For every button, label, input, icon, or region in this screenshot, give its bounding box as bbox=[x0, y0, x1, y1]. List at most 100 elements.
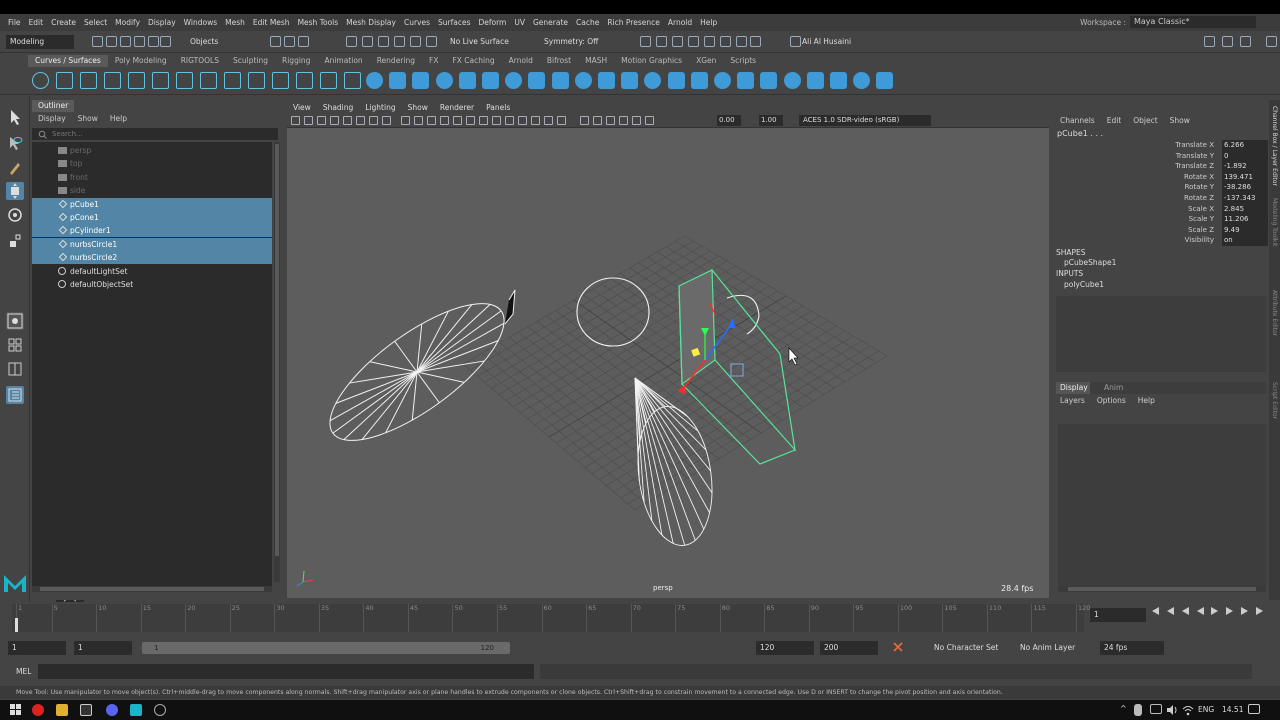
attribute-value[interactable]: 2.845 bbox=[1222, 203, 1268, 215]
discord-icon[interactable] bbox=[106, 704, 118, 716]
channel-attribute-scale-y[interactable]: Scale Y 11.206 bbox=[1054, 214, 1268, 225]
side-tab-script-editor[interactable]: Script Editor bbox=[1269, 382, 1280, 468]
shelf-curve-tool-icon[interactable] bbox=[32, 72, 49, 89]
shelf-surface-tool-icon[interactable] bbox=[551, 72, 569, 89]
shelf-tab-poly-modeling[interactable]: Poly Modeling bbox=[108, 55, 174, 67]
shelf-curve-tool-icon[interactable] bbox=[200, 72, 217, 89]
shelf-curve-tool-icon[interactable] bbox=[128, 72, 145, 89]
viewport-tool-icon[interactable] bbox=[492, 116, 501, 125]
channel-attribute-translate-x[interactable]: Translate X 6.266 bbox=[1054, 140, 1268, 151]
viewport-tool-icon[interactable] bbox=[317, 116, 326, 125]
outliner-hscrollbar[interactable] bbox=[32, 586, 272, 592]
command-input[interactable] bbox=[38, 664, 534, 679]
outliner-menu-show[interactable]: Show bbox=[72, 114, 104, 123]
shelf-curve-tool-icon[interactable] bbox=[344, 72, 361, 89]
shelf-surface-tool-icon[interactable] bbox=[598, 72, 615, 89]
shelf-curve-tool-icon[interactable] bbox=[80, 72, 97, 89]
battery-icon[interactable] bbox=[1150, 704, 1162, 714]
shelf-surface-tool-icon[interactable] bbox=[830, 72, 847, 89]
playback-start-field[interactable]: 1 bbox=[74, 641, 132, 655]
opera-browser-icon[interactable] bbox=[32, 704, 44, 716]
shelf-curve-tool-icon[interactable] bbox=[104, 72, 121, 89]
attribute-value[interactable]: -137.343 bbox=[1222, 193, 1268, 204]
viewport-tool-icon[interactable] bbox=[632, 116, 641, 125]
shelf-surface-tool-icon[interactable] bbox=[389, 72, 407, 89]
status-tool-icon[interactable] bbox=[160, 36, 171, 47]
attribute-value[interactable]: 11.206 bbox=[1222, 214, 1268, 225]
shelf-curve-tool-icon[interactable] bbox=[296, 72, 313, 89]
outliner-item[interactable]: defaultObjectSet bbox=[32, 278, 272, 291]
shelf-tab-animation[interactable]: Animation bbox=[317, 55, 369, 67]
attribute-value[interactable]: 0 bbox=[1222, 150, 1268, 162]
status-tool-icon[interactable] bbox=[106, 36, 117, 47]
outliner-item[interactable]: pCube1 bbox=[32, 197, 272, 211]
live-surface-field[interactable]: No Live Surface bbox=[446, 35, 522, 49]
shelf-tab-scripts[interactable]: Scripts bbox=[723, 55, 763, 67]
gamma-field[interactable]: 1.00 bbox=[759, 115, 783, 126]
shelf-tab-rigtools[interactable]: RIGTOOLS bbox=[174, 55, 226, 67]
character-set-dropdown[interactable]: No Character Set bbox=[934, 641, 998, 655]
viewport-tool-icon[interactable] bbox=[440, 116, 449, 125]
viewport-menu-renderer[interactable]: Renderer bbox=[434, 103, 480, 112]
menu-mesh-tools[interactable]: Mesh Tools bbox=[294, 18, 343, 27]
menu-modify[interactable]: Modify bbox=[111, 18, 144, 27]
attribute-value[interactable]: -38.286 bbox=[1222, 182, 1268, 193]
viewport-tool-icon[interactable] bbox=[557, 116, 566, 125]
channel-attribute-translate-y[interactable]: Translate Y 0 bbox=[1054, 150, 1268, 162]
menu-help[interactable]: Help bbox=[696, 18, 721, 27]
shelf-surface-tool-icon[interactable] bbox=[482, 72, 499, 89]
viewport-tool-icon[interactable] bbox=[580, 116, 589, 125]
viewport-tool-icon[interactable] bbox=[291, 116, 300, 125]
outliner-title[interactable]: Outliner bbox=[32, 100, 75, 112]
outliner-item[interactable]: nurbsCircle1 bbox=[32, 237, 272, 251]
attribute-value[interactable]: 6.266 bbox=[1222, 140, 1268, 151]
channel-attribute-translate-z[interactable]: Translate Z -1.892 bbox=[1054, 161, 1268, 172]
shelf-surface-tool-icon[interactable] bbox=[528, 72, 546, 89]
status-tool-icon[interactable] bbox=[736, 36, 747, 47]
shelf-curve-tool-icon[interactable] bbox=[176, 72, 193, 89]
tray-chevron-icon[interactable]: ^ bbox=[1120, 704, 1127, 713]
status-tool-icon[interactable] bbox=[656, 36, 667, 47]
menu-display[interactable]: Display bbox=[144, 18, 180, 27]
attribute-value[interactable]: 139.471 bbox=[1222, 171, 1268, 183]
viewport-menu-panels[interactable]: Panels bbox=[480, 103, 516, 112]
file-explorer-icon[interactable] bbox=[56, 704, 68, 716]
menu-generate[interactable]: Generate bbox=[529, 18, 572, 27]
side-tab-attribute-editor[interactable]: Attribute Editor bbox=[1269, 290, 1280, 376]
shelf-tab-sculpting[interactable]: Sculpting bbox=[226, 55, 275, 67]
clock[interactable]: 14.51 bbox=[1222, 705, 1243, 714]
status-tool-icon[interactable] bbox=[134, 36, 145, 47]
channel-box-hscrollbar[interactable] bbox=[1058, 586, 1266, 592]
go-to-end-icon[interactable] bbox=[1255, 606, 1265, 616]
status-tool-icon[interactable] bbox=[720, 36, 731, 47]
viewport-tool-icon[interactable] bbox=[427, 116, 436, 125]
shelf-tab-curves-surfaces[interactable]: Curves / Surfaces bbox=[28, 55, 108, 67]
menu-select[interactable]: Select bbox=[80, 18, 111, 27]
channel-attribute-scale-x[interactable]: Scale X 2.845 bbox=[1054, 203, 1268, 215]
shelf-surface-tool-icon[interactable] bbox=[737, 72, 755, 89]
status-tool-icon[interactable] bbox=[120, 36, 131, 47]
shelf-surface-tool-icon[interactable] bbox=[760, 72, 778, 89]
playback-end-field[interactable]: 120 bbox=[756, 641, 814, 655]
status-tool-icon[interactable] bbox=[284, 36, 295, 47]
terminal-app-icon[interactable] bbox=[80, 704, 92, 716]
layer-menu-options[interactable]: Options bbox=[1091, 396, 1132, 405]
channel-menu-show[interactable]: Show bbox=[1164, 116, 1196, 125]
workspace-selector[interactable]: Workspace : Maya Classic* bbox=[1080, 16, 1256, 28]
current-frame-field[interactable]: 1 bbox=[1090, 608, 1146, 622]
shelf-surface-tool-icon[interactable] bbox=[690, 72, 708, 89]
step-forward-key-icon[interactable] bbox=[1240, 606, 1250, 616]
lasso-tool-icon[interactable] bbox=[6, 134, 24, 152]
channel-attribute-rotate-y[interactable]: Rotate Y -38.286 bbox=[1054, 182, 1268, 193]
outliner-menu-display[interactable]: Display bbox=[32, 114, 72, 123]
channel-attribute-rotate-z[interactable]: Rotate Z -137.343 bbox=[1054, 193, 1268, 204]
menu-edit-mesh[interactable]: Edit Mesh bbox=[249, 18, 294, 27]
status-tool-icon[interactable] bbox=[426, 36, 437, 47]
outliner-search-input[interactable]: Search... bbox=[32, 128, 278, 140]
viewport-3d[interactable]: persp 28.4 fps bbox=[287, 128, 1049, 598]
viewport-tool-icon[interactable] bbox=[356, 116, 365, 125]
channel-attribute-visibility[interactable]: Visibility on bbox=[1054, 235, 1268, 246]
status-tool-icon[interactable] bbox=[394, 36, 405, 47]
menu-cache[interactable]: Cache bbox=[572, 18, 603, 27]
status-tool-icon[interactable] bbox=[1204, 36, 1215, 47]
